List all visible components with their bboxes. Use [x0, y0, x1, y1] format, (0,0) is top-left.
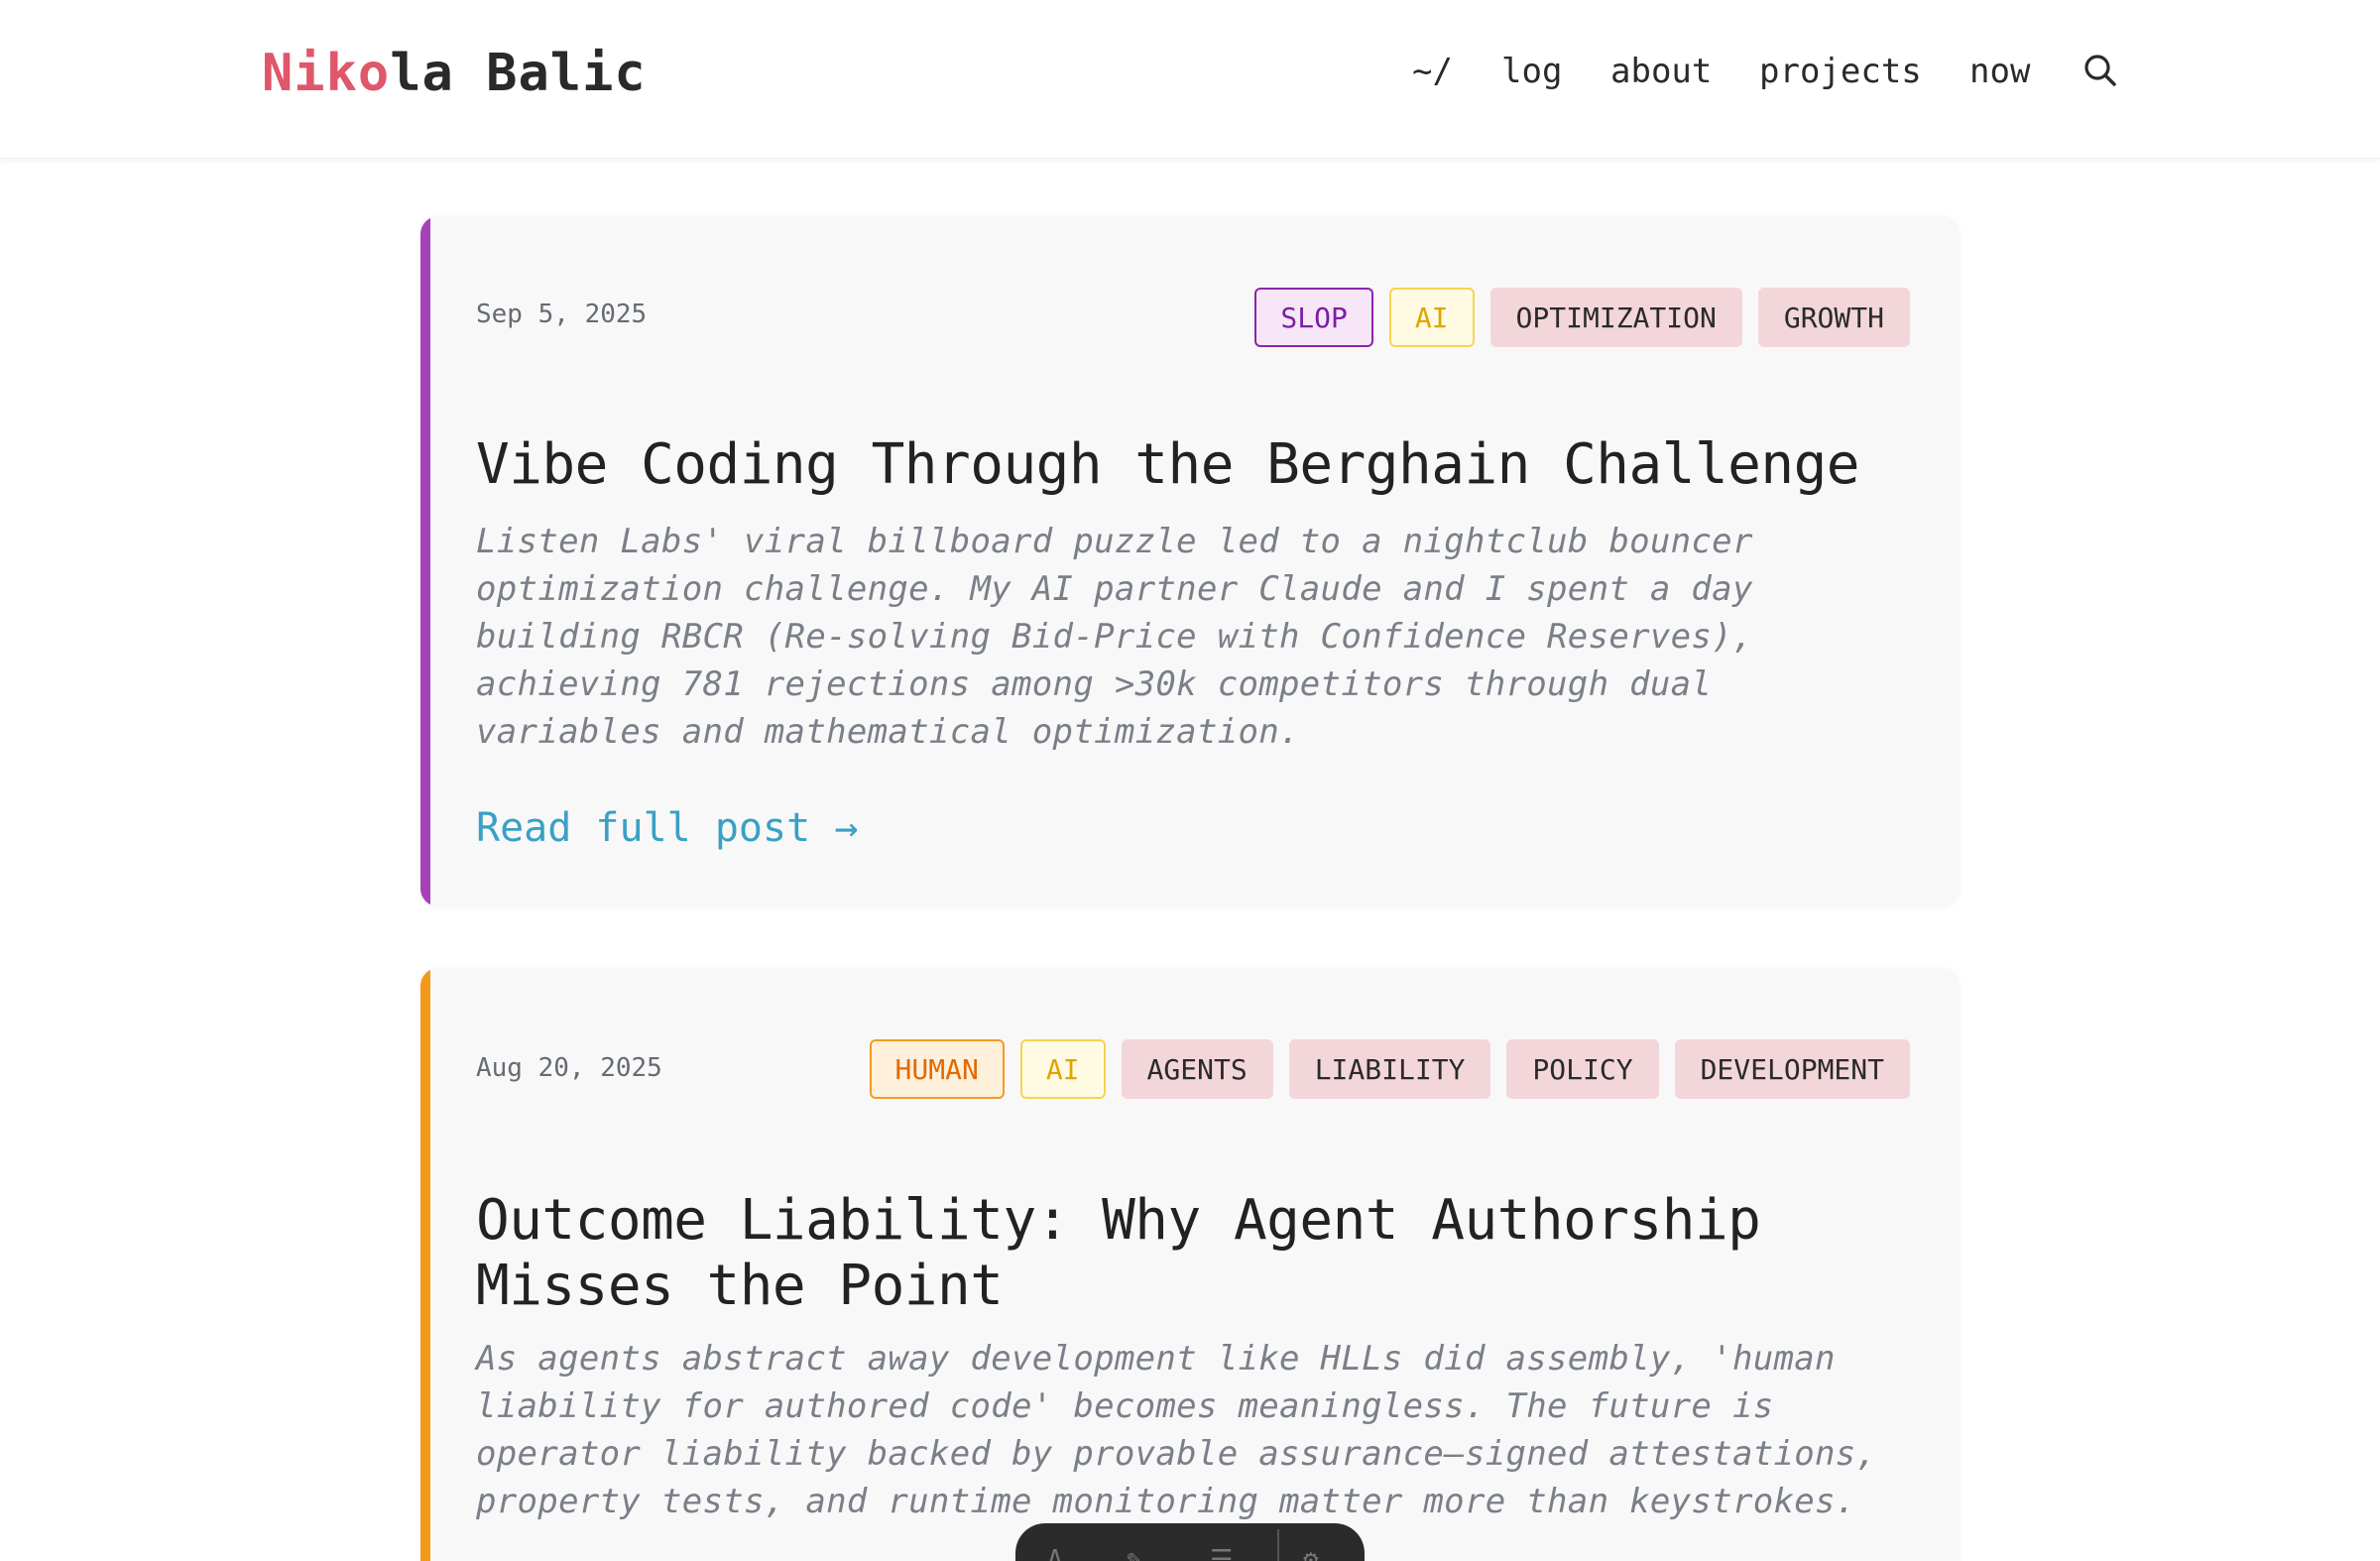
- tag-slop[interactable]: SLOP: [1254, 288, 1373, 347]
- floating-toolbar: A ✎ ☰ ⚙: [1015, 1523, 1365, 1561]
- tag-human[interactable]: HUMAN: [869, 1039, 1005, 1099]
- post-accent-bar: [420, 968, 430, 1561]
- tag-ai[interactable]: AI: [1019, 1039, 1106, 1099]
- post-date: Aug 20, 2025: [476, 1053, 662, 1083]
- post-title[interactable]: Outcome Liability: Why Agent Authorship …: [476, 1188, 1904, 1319]
- post-excerpt: Listen Labs' viral billboard puzzle led …: [476, 522, 1753, 752]
- nav-log[interactable]: log: [1501, 52, 1562, 91]
- post-title[interactable]: Vibe Coding Through the Berghain Challen…: [476, 432, 1904, 498]
- menu-icon[interactable]: ☰: [1210, 1545, 1233, 1561]
- site-header: Nikola Balic ~/ log about projects now: [0, 0, 2380, 159]
- post-tags: HUMAN AI AGENTS LIABILITY POLICY DEVELOP…: [869, 1039, 1910, 1099]
- toolbar-divider: [1277, 1529, 1279, 1561]
- post-excerpt: As agents abstract away development like…: [476, 1339, 1877, 1521]
- main-nav: ~/ log about projects now: [0, 52, 2380, 101]
- tag-development[interactable]: DEVELOPMENT: [1674, 1039, 1910, 1099]
- post-accent-bar: [420, 216, 430, 906]
- post-card: Aug 20, 2025 HUMAN AI AGENTS LIABILITY P…: [420, 968, 1960, 1561]
- tag-optimization[interactable]: OPTIMIZATION: [1489, 288, 1742, 347]
- tag-growth[interactable]: GROWTH: [1757, 288, 1910, 347]
- tag-ai[interactable]: AI: [1388, 288, 1475, 347]
- post-date: Sep 5, 2025: [476, 300, 648, 329]
- text-icon[interactable]: A: [1047, 1545, 1063, 1561]
- nav-projects[interactable]: projects: [1759, 52, 1922, 91]
- pen-icon[interactable]: ✎: [1127, 1545, 1142, 1561]
- post-tags: SLOP AI OPTIMIZATION GROWTH: [1254, 288, 1910, 347]
- search-icon[interactable]: [2082, 52, 2118, 91]
- settings-icon[interactable]: ⚙: [1303, 1545, 1319, 1561]
- nav-home[interactable]: ~/: [1412, 52, 1453, 91]
- read-more-link[interactable]: Read full post →: [476, 805, 858, 851]
- nav-now[interactable]: now: [1969, 52, 2030, 91]
- tag-agents[interactable]: AGENTS: [1121, 1039, 1273, 1099]
- tag-policy[interactable]: POLICY: [1506, 1039, 1659, 1099]
- tag-liability[interactable]: LIABILITY: [1288, 1039, 1491, 1099]
- nav-about[interactable]: about: [1610, 52, 1712, 91]
- post-card: Sep 5, 2025 SLOP AI OPTIMIZATION GROWTH …: [420, 216, 1960, 906]
